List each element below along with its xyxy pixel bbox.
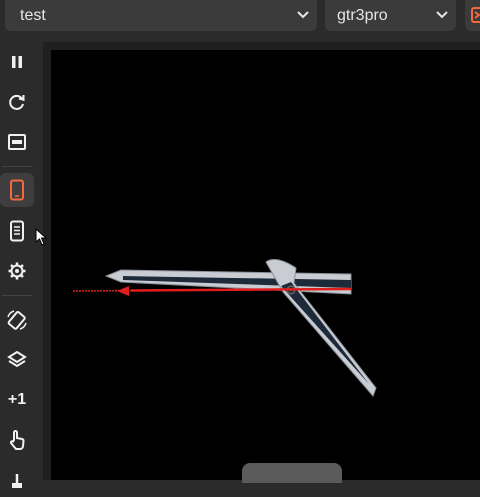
settings-button[interactable] <box>0 254 34 288</box>
layers-button[interactable] <box>0 343 34 377</box>
plus-one-button[interactable]: +1 <box>0 383 34 417</box>
pause-button[interactable] <box>0 45 34 79</box>
gear-icon <box>8 262 26 280</box>
project-select-value: test <box>20 7 46 24</box>
logs-button[interactable] <box>0 214 34 248</box>
gif-icon <box>8 134 26 150</box>
external-icon <box>471 7 480 23</box>
gif-button[interactable] <box>0 125 34 159</box>
joystick-button[interactable] <box>0 463 34 497</box>
device-select[interactable]: gtr3pro <box>325 0 456 31</box>
refresh-button[interactable] <box>0 85 34 119</box>
open-external-button[interactable] <box>465 0 480 31</box>
touch-hand-icon <box>9 430 25 450</box>
mouse-cursor-icon <box>35 228 47 246</box>
sidebar: +1 <box>0 38 34 488</box>
list-document-icon <box>10 220 24 242</box>
rotate-device-icon <box>7 310 27 330</box>
pause-icon <box>12 56 22 68</box>
watchface-canvas[interactable] <box>51 50 480 480</box>
device-select-value: gtr3pro <box>337 7 388 24</box>
plus-one-label: +1 <box>7 391 27 408</box>
clock-hands-graphic <box>72 259 377 397</box>
top-toolbar: test gtr3pro <box>0 0 480 38</box>
project-select[interactable]: test <box>5 0 317 31</box>
device-frame-button[interactable] <box>0 173 34 207</box>
divider <box>2 166 32 167</box>
rotate-button[interactable] <box>0 303 34 337</box>
refresh-icon <box>9 94 25 110</box>
chevron-down-icon <box>436 11 448 19</box>
resize-handle[interactable] <box>242 463 342 483</box>
phone-icon <box>10 179 24 201</box>
divider <box>2 295 32 296</box>
touch-button[interactable] <box>0 423 34 457</box>
joystick-icon <box>12 474 22 488</box>
chevron-down-icon <box>297 11 309 19</box>
layers-icon <box>7 350 27 368</box>
